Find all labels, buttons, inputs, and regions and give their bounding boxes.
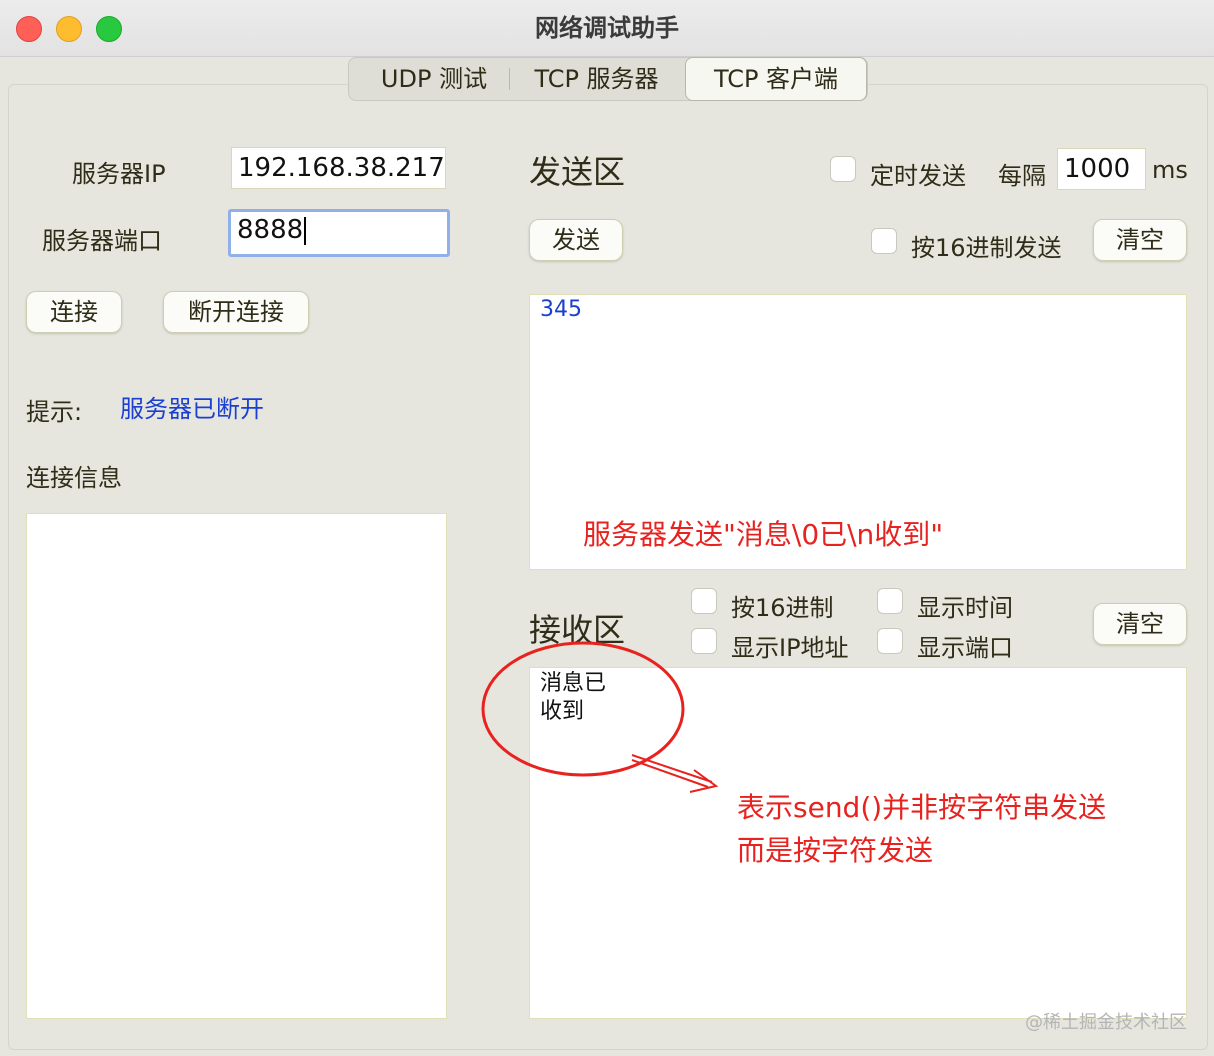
receive-annotation-line-1: 表示send()并非按字符串发送	[737, 791, 1107, 824]
highlight-circle	[481, 641, 685, 777]
receive-annotation-line-2: 而是按字符发送	[737, 834, 934, 867]
app-window: 网络调试助手 UDP 测试 TCP 服务器 TCP 客户端 服务器IP 192.…	[0, 0, 1214, 1056]
watermark: @稀土掘金技术社区	[1025, 1012, 1187, 1033]
annotation-overlay	[481, 641, 719, 793]
